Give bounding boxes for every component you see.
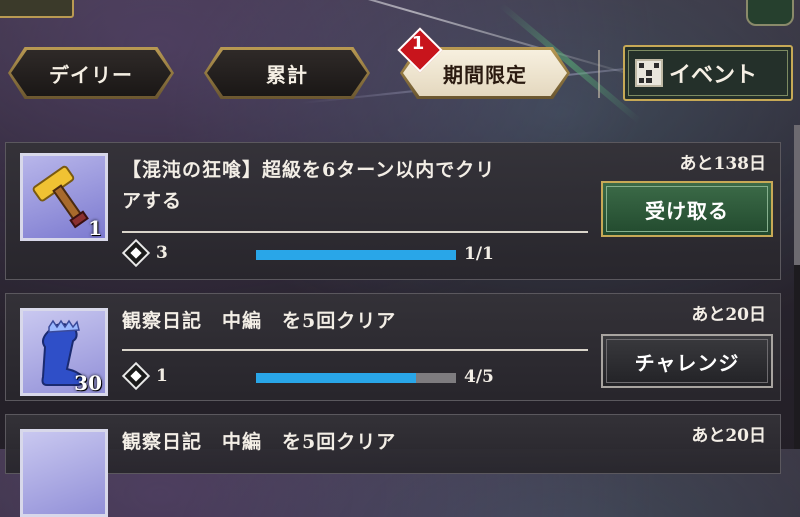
reward-item-slot[interactable]: 30 [20,308,108,396]
reward-item-slot[interactable]: 1 [20,153,108,241]
progress-fill [256,250,456,260]
tab-cumulative[interactable]: 累計 [204,47,370,99]
title-underline [122,349,588,351]
mission-title-line: 【混沌の狂喰】超級を6ターン以内でクリ [122,159,496,181]
gem-icon [121,238,151,268]
reward-count: 3 [121,238,168,268]
challenge-button[interactable]: チャレンジ [601,334,773,388]
mission-row: 1 【混沌の狂喰】超級を6ターン以内でクリ アする あと138日 3 1/1 受… [5,142,781,280]
reward-item-quantity: 1 [88,216,102,240]
tab-daily-label: デイリー [49,62,133,87]
progress-text: 1/1 [464,244,494,264]
tab-cumulative-label: 累計 [266,62,308,87]
mission-row: 30 観察日記 中編 を5回クリア あと20日 1 4/5 チャレンジ [5,293,781,401]
progress-fill [256,373,416,383]
mission-title: 観察日記 中編 を5回クリア [122,431,397,453]
progress-text: 4/5 [464,367,494,387]
mission-title-line: アする [122,190,183,212]
remaining-time: あと20日 [691,426,766,446]
mission-row: 観察日記 中編 を5回クリア あと20日 [5,414,781,517]
event-button[interactable]: イベント [623,45,793,101]
header-frame-corner [0,0,74,18]
reward-count-value: 3 [156,243,168,263]
reward-count-value: 1 [156,366,168,386]
list-scrollbar[interactable] [794,125,800,449]
challenge-button-label: チャレンジ [634,350,740,375]
mission-title: 観察日記 中編 を5回クリア [122,310,397,332]
mission-title: 【混沌の狂喰】超級を6ターン以内でクリ アする [122,155,592,217]
tab-daily[interactable]: デイリー [8,47,174,99]
menu-button[interactable] [746,0,794,26]
scrollbar-thumb[interactable] [794,125,800,265]
reward-count: 1 [121,361,168,391]
reward-item-quantity: 30 [74,371,102,395]
claim-button[interactable]: 受け取る [601,181,773,237]
title-underline [122,231,588,233]
claim-button-label: 受け取る [645,198,729,223]
tab-limited-time-label: 期間限定 [443,62,527,87]
gem-icon [121,361,151,391]
reward-item-slot[interactable] [20,429,108,517]
tab-divider [598,50,600,98]
event-button-label: イベント [669,62,758,88]
progress-bar [256,373,456,383]
grid-icon [635,59,663,87]
progress-bar [256,250,456,260]
notification-badge: 1 [397,27,443,73]
remaining-time: あと138日 [679,154,767,174]
remaining-time: あと20日 [691,305,766,325]
notification-badge-count: 1 [411,33,425,54]
